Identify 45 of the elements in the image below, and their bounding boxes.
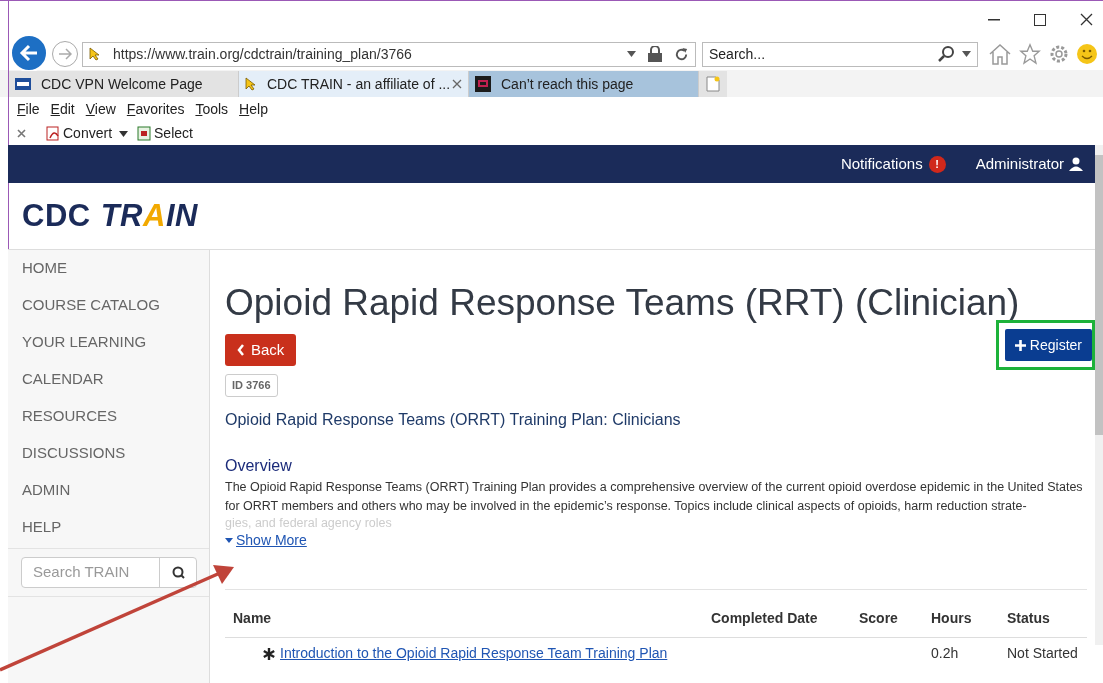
user-menu[interactable]: Administrator bbox=[975, 152, 1064, 176]
register-button[interactable]: Register bbox=[1004, 329, 1092, 361]
search-input[interactable]: Search... bbox=[709, 43, 938, 65]
table-cell-text: Not Started bbox=[1006, 644, 1079, 663]
url-text: https://www.train.org/cdctrain/training_plan/3766 bbox=[113, 44, 413, 64]
browser-tab[interactable]: CDC VPN Welcome Page bbox=[9, 71, 239, 97]
sidebar-item[interactable]: YOUR LEARNING bbox=[8, 324, 209, 361]
overview-text: The Opioid Rapid Response Teams (ORRT) Training Plan provides a comprehensive overview of the current opioid overdose epidemic in the United States for ORRT members and others who may be involved in the epidemic’s response. Topics include clinical aspects of opioids, harm reduction strate- bbox=[225, 478, 1084, 515]
back-button[interactable]: Back bbox=[225, 334, 297, 366]
id-badge: ID 3766 bbox=[225, 374, 278, 397]
sidebar-item[interactable]: RESOURCES bbox=[8, 398, 209, 435]
sidebar-search-input[interactable]: Search TRAIN bbox=[22, 558, 159, 587]
sidebar-item[interactable]: HELP bbox=[8, 509, 209, 546]
show-more-link[interactable]: Show More bbox=[225, 529, 307, 551]
menu-item[interactable]: View bbox=[85, 99, 116, 120]
column-header: Completed Date bbox=[703, 607, 851, 638]
column-header: Hours bbox=[923, 607, 999, 638]
sidebar-item[interactable]: CALENDAR bbox=[8, 361, 209, 398]
notifications-link[interactable]: Notifications bbox=[840, 152, 923, 176]
notification-badge: ! bbox=[928, 155, 946, 173]
search-field[interactable]: Search... bbox=[702, 41, 978, 67]
column-header: Name bbox=[225, 607, 703, 638]
browser-tab[interactable]: Can’t reach this page bbox=[469, 71, 699, 97]
menu-item[interactable]: Favorites bbox=[126, 99, 185, 120]
sidebar-item[interactable]: HOME bbox=[8, 250, 209, 287]
table-cell-text: 0.2h bbox=[930, 644, 960, 663]
sidebar-item[interactable]: ADMIN bbox=[8, 472, 209, 509]
training-plan-subtitle: Opioid Rapid Response Teams (ORRT) Training Plan: Clinicians bbox=[225, 409, 682, 430]
select-button[interactable]: Select bbox=[137, 123, 193, 144]
menu-item[interactable]: Edit bbox=[50, 99, 75, 120]
sidebar-item[interactable]: COURSE CATALOG bbox=[8, 287, 209, 324]
menu-item[interactable]: File bbox=[17, 99, 40, 120]
page-title: Opioid Rapid Response Teams (RRT) (Clinician) bbox=[225, 281, 1021, 325]
site-logo[interactable]: CDC TRAIN bbox=[22, 192, 198, 240]
address-bar[interactable]: https://www.train.org/cdctrain/training_plan/3766 bbox=[82, 41, 696, 67]
convert-button[interactable]: Convert bbox=[46, 123, 113, 144]
browser-tab[interactable]: CDC TRAIN - an affiliate of ... bbox=[239, 71, 469, 97]
column-header: Status bbox=[999, 607, 1087, 638]
course-link[interactable]: Introduction to the Opioid Rapid Response Team Training Plan bbox=[280, 643, 668, 664]
menu-item[interactable]: Tools bbox=[195, 99, 229, 120]
menu-item[interactable]: Help bbox=[239, 99, 268, 120]
sidebar-item[interactable]: DISCUSSIONS bbox=[8, 435, 209, 472]
overview-heading: Overview bbox=[225, 455, 293, 476]
column-header: Score bbox=[851, 607, 923, 638]
sidebar-search-field[interactable]: Search TRAIN bbox=[21, 557, 197, 588]
